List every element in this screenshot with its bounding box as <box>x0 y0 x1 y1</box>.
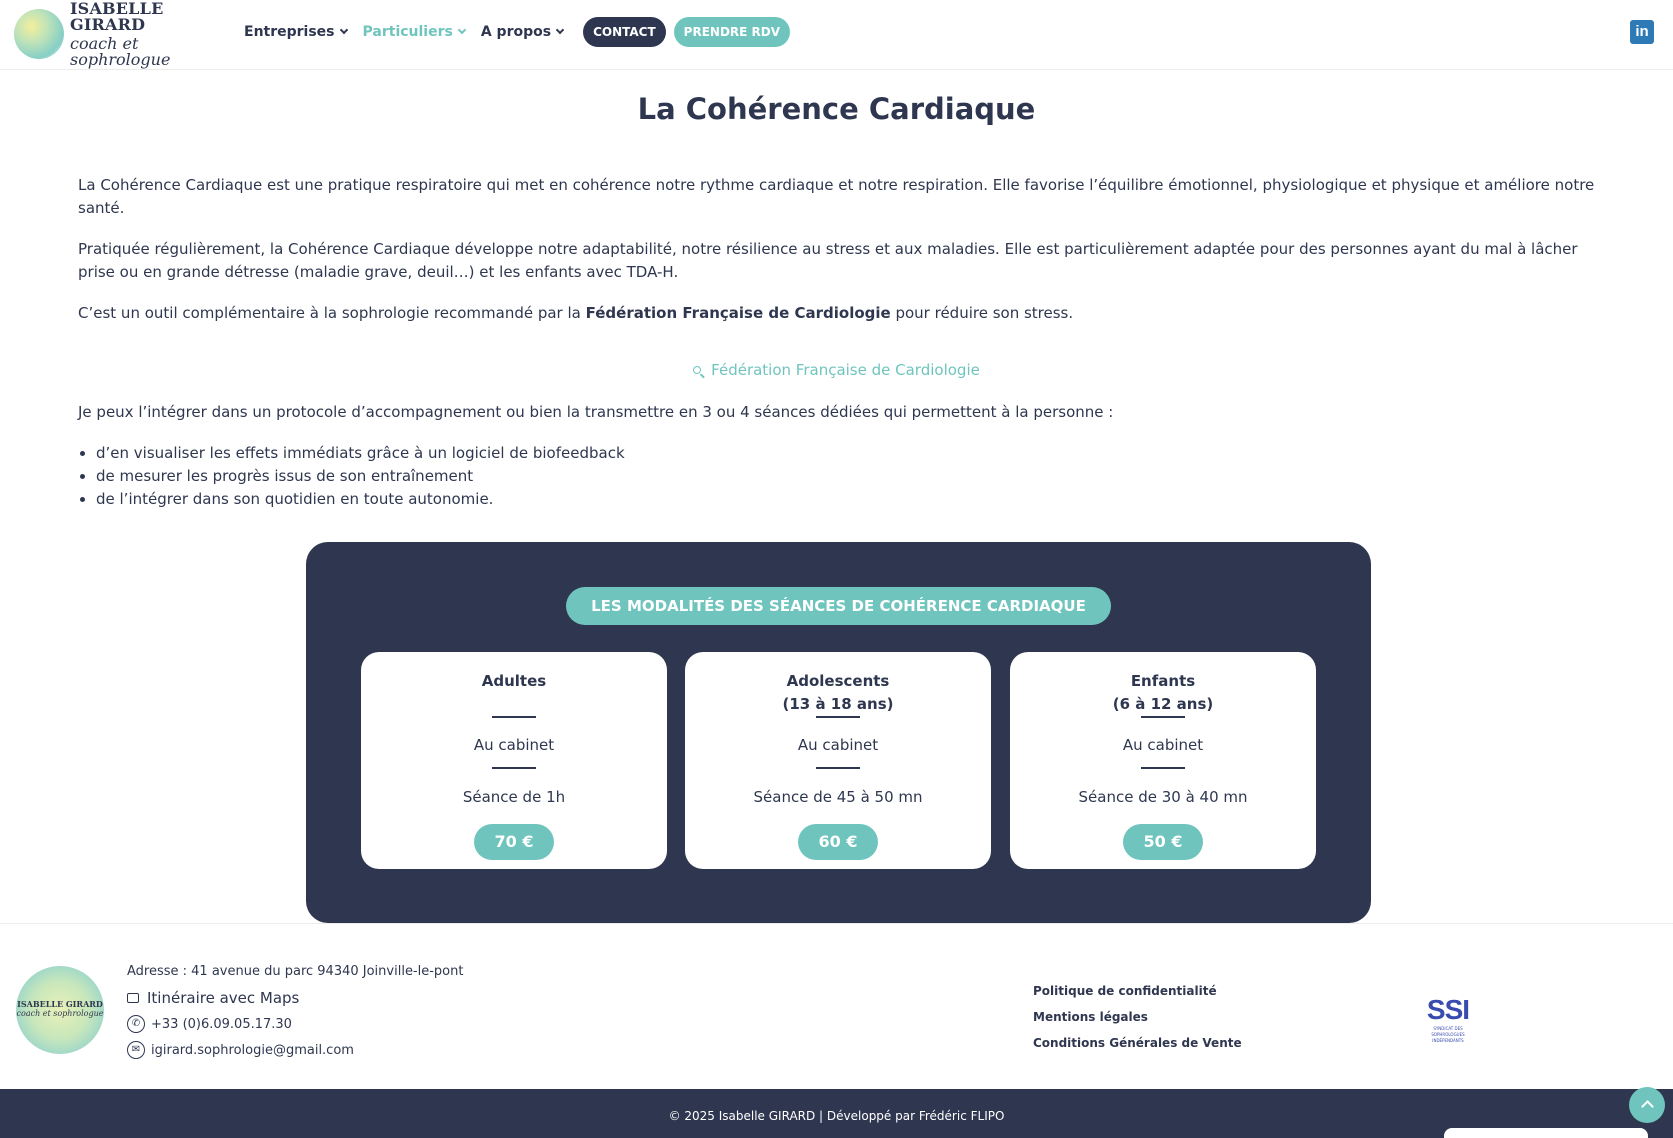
ssi-logo-text: SSI <box>1426 994 1470 1025</box>
phone-link[interactable]: ✆ +33 (0)6.09.05.17.30 <box>127 1015 292 1033</box>
footer-logo-text: ISABELLE GIRARD coach et sophrologue <box>16 1000 104 1018</box>
nav-label: Entreprises <box>244 24 335 40</box>
card-title: Adultes <box>361 670 667 693</box>
maps-link[interactable]: Itinéraire avec Maps <box>127 989 299 1007</box>
ssi-logo: SSI SYNDICAT DES SOPHROLOGUES INDÉPENDAN… <box>1423 994 1473 1043</box>
chevron-down-icon <box>339 25 348 35</box>
divider <box>492 767 536 769</box>
main-nav: Entreprises Particuliers A propos CONTAC… <box>244 17 791 47</box>
legal-notice-link[interactable]: Mentions légales <box>1033 1010 1148 1024</box>
book-appointment-button[interactable]: PRENDRE RDV <box>673 17 791 47</box>
card-subtitle: (13 à 18 ans) <box>782 695 894 713</box>
chevron-down-icon <box>555 25 565 35</box>
footer-bar: © 2025 Isabelle GIRARD | Développé par F… <box>0 1089 1673 1138</box>
logo-name: ISABELLE GIRARD <box>70 0 164 34</box>
price-badge: 70 € <box>474 824 554 860</box>
site-logo[interactable]: ISABELLE GIRARD coach et sophrologue <box>14 0 224 67</box>
nav-item-particuliers[interactable]: Particuliers <box>362 24 467 40</box>
paragraph: La Cohérence Cardiaque est une pratique … <box>78 176 1595 217</box>
search-icon <box>693 366 702 374</box>
linkedin-icon[interactable]: in <box>1630 20 1654 44</box>
logo-orb <box>14 9 64 59</box>
ffc-link[interactable]: Fédération Française de Cardiologie <box>711 361 980 379</box>
divider <box>816 767 860 769</box>
paragraph: Je peux l’intégrer dans un protocole d’a… <box>78 403 1114 421</box>
privacy-policy-link[interactable]: Politique de confidentialité <box>1033 984 1217 998</box>
phone-icon: ✆ <box>127 1015 145 1033</box>
email-address: igirard.sophrologie@gmail.com <box>151 1042 354 1058</box>
paragraph: C’est un outil complémentaire à la sophr… <box>78 302 1598 325</box>
footer-logo-name: ISABELLE GIRARD <box>17 999 103 1009</box>
ffc-mention: Fédération Française de Cardiologie <box>585 304 891 322</box>
list-item: de l’intégrer dans son quotidien en tout… <box>96 488 625 511</box>
card-title: Enfants (6 à 12 ans) <box>1010 670 1316 716</box>
maps-link-label: Itinéraire avec Maps <box>147 989 300 1007</box>
divider <box>1141 767 1185 769</box>
cookie-widget-tab[interactable] <box>1444 1128 1648 1138</box>
footer-address: Adresse : 41 avenue du parc 94340 Joinvi… <box>127 964 464 979</box>
card-title-text: Adultes <box>481 672 547 690</box>
session-modalities-panel: LES MODALITÉS DES SÉANCES DE COHÉRENCE C… <box>306 542 1371 923</box>
card-location: Au cabinet <box>797 736 879 754</box>
divider <box>816 716 860 718</box>
ssi-logo-subtitle: SYNDICAT DES SOPHROLOGUES INDÉPENDANTS <box>1431 1026 1465 1043</box>
page-title: La Cohérence Cardiaque <box>637 92 1036 126</box>
intro-text: La Cohérence Cardiaque est une pratique … <box>78 174 1598 343</box>
chevron-down-icon <box>457 25 467 35</box>
text: C’est un outil complémentaire à la sophr… <box>78 304 586 322</box>
panel-heading-badge: LES MODALITÉS DES SÉANCES DE COHÉRENCE C… <box>566 587 1111 625</box>
list-item: de mesurer les progrès issus de son entr… <box>96 465 625 488</box>
card-location: Au cabinet <box>1122 736 1204 754</box>
price-badge: 50 € <box>1123 824 1203 860</box>
terms-of-sale-link[interactable]: Conditions Générales de Vente <box>1033 1036 1242 1050</box>
benefits-list: d’en visualiser les effets immédiats grâ… <box>96 442 625 511</box>
footer-logo-tagline: coach et sophrologue <box>16 1009 104 1018</box>
text: pour réduire son stress. <box>890 304 1074 322</box>
map-icon <box>127 993 139 1003</box>
mail-icon: ✉ <box>127 1041 145 1059</box>
divider <box>492 716 536 718</box>
card-subtitle: (6 à 12 ans) <box>1112 695 1214 713</box>
pricing-card-children: Enfants (6 à 12 ans) Au cabinet Séance d… <box>1010 652 1316 869</box>
scroll-to-top-button[interactable] <box>1629 1087 1665 1123</box>
phone-number: +33 (0)6.09.05.17.30 <box>151 1016 292 1032</box>
footer-logo[interactable]: ISABELLE GIRARD coach et sophrologue <box>16 966 104 1054</box>
contact-button[interactable]: CONTACT <box>583 17 666 47</box>
site-footer: ISABELLE GIRARD coach et sophrologue Adr… <box>0 923 1673 1089</box>
email-link[interactable]: ✉ igirard.sophrologie@gmail.com <box>127 1041 354 1059</box>
card-title: Adolescents (13 à 18 ans) <box>685 670 991 716</box>
logo-text: ISABELLE GIRARD coach et sophrologue <box>70 0 224 69</box>
site-header: ISABELLE GIRARD coach et sophrologue Ent… <box>0 0 1673 70</box>
pricing-card-adults: Adultes Au cabinet Séance de 1h 70 € <box>361 652 667 869</box>
copyright: © 2025 Isabelle GIRARD | Développé par F… <box>668 1109 1005 1123</box>
logo-tagline: coach et sophrologue <box>70 33 171 69</box>
nav-item-entreprises[interactable]: Entreprises <box>244 24 348 40</box>
paragraph: Pratiquée régulièrement, la Cohérence Ca… <box>78 240 1578 281</box>
pricing-card-teens: Adolescents (13 à 18 ans) Au cabinet Séa… <box>685 652 991 869</box>
divider <box>1141 716 1185 718</box>
card-duration: Séance de 30 à 40 mn <box>1078 788 1248 806</box>
card-title-text: Enfants <box>1130 672 1196 690</box>
nav-label: A propos <box>480 24 552 40</box>
card-duration: Séance de 45 à 50 mn <box>753 788 923 806</box>
card-location: Au cabinet <box>473 736 555 754</box>
card-title-text: Adolescents <box>786 672 890 690</box>
card-duration: Séance de 1h <box>462 788 566 806</box>
price-badge: 60 € <box>798 824 878 860</box>
nav-item-a-propos[interactable]: A propos <box>480 24 565 40</box>
list-item: d’en visualiser les effets immédiats grâ… <box>96 442 625 465</box>
nav-label: Particuliers <box>362 24 453 40</box>
ffc-link-row: Fédération Française de Cardiologie <box>0 361 1673 379</box>
